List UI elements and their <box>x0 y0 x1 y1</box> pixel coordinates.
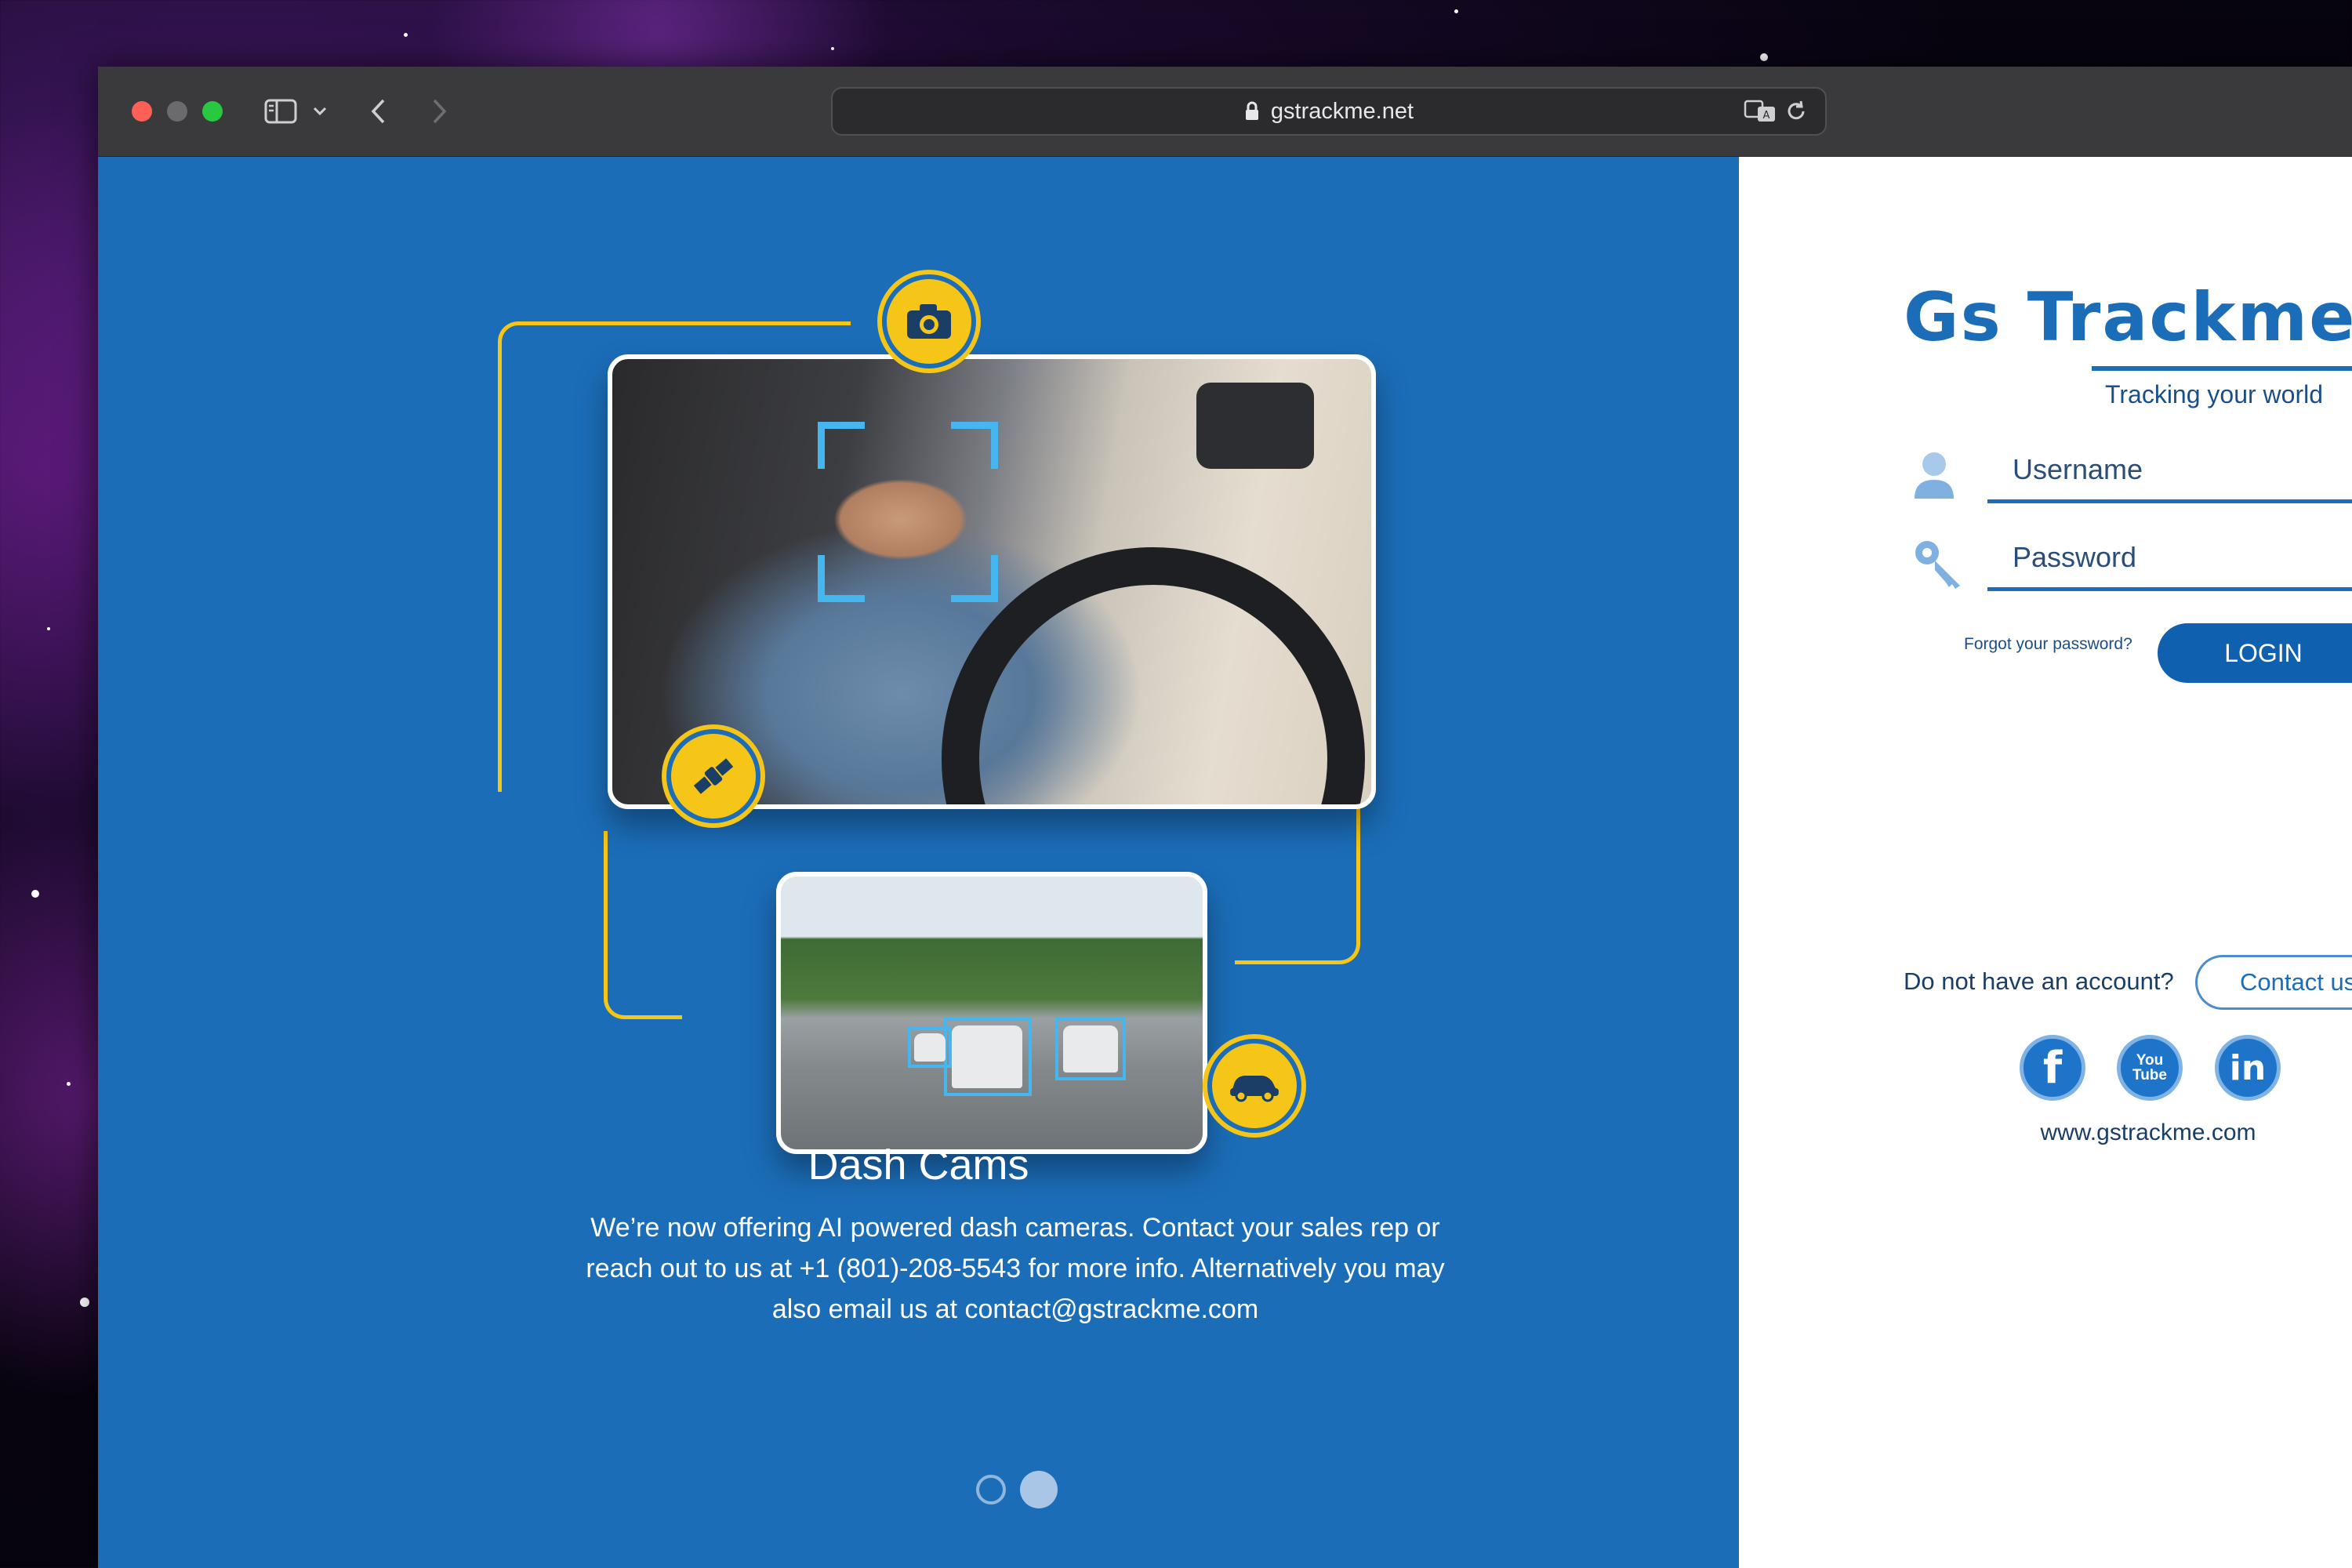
lock-icon <box>1244 101 1260 122</box>
star <box>47 627 50 630</box>
close-window-button[interactable] <box>132 101 152 122</box>
website-link[interactable]: www.gstrackme.com <box>2038 1120 2258 1146</box>
zoom-window-button[interactable] <box>202 101 223 122</box>
road-photo <box>776 872 1207 1154</box>
star <box>31 890 39 898</box>
star <box>67 1082 71 1086</box>
linkedin-icon[interactable]: in <box>2215 1035 2281 1101</box>
username-field[interactable] <box>1987 439 2352 503</box>
slide-dot-2-active[interactable] <box>1020 1471 1058 1508</box>
minimize-window-button[interactable] <box>167 101 187 122</box>
password-field[interactable] <box>1987 527 2352 591</box>
user-icon <box>1911 448 1957 506</box>
sidebar-toggle-icon[interactable] <box>263 93 299 129</box>
key-icon <box>1911 537 1966 596</box>
gs-trackme-logo: Gs Trackme Tracking your world <box>1904 278 2352 408</box>
login-button[interactable]: LOGIN <box>2158 623 2352 683</box>
star <box>80 1298 89 1307</box>
forgot-password-link[interactable]: Forgot your password? <box>1964 635 2132 654</box>
slide-dot-1[interactable] <box>976 1475 1006 1504</box>
youtube-icon[interactable]: You Tube <box>2117 1035 2183 1101</box>
face-detection-box <box>818 422 998 602</box>
address-text: gstrackme.net <box>1270 98 1414 124</box>
vehicle-detection-box <box>1055 1018 1126 1080</box>
translate-icon[interactable]: A <box>1744 89 1777 134</box>
svg-text:A: A <box>1763 110 1770 122</box>
star <box>404 33 408 37</box>
youtube-label-bottom: Tube <box>2132 1067 2167 1083</box>
slide-pager <box>976 1471 1058 1508</box>
back-arrow-icon[interactable] <box>363 93 394 129</box>
address-bar[interactable]: gstrackme.net A <box>831 87 1827 136</box>
promo-title: Dash Cams <box>808 1142 1029 1189</box>
car-icon <box>1207 1039 1301 1133</box>
no-account-text: Do not have an account? <box>1904 967 2174 995</box>
vehicle-detection-box <box>908 1027 952 1068</box>
logo-tagline: Tracking your world <box>2105 380 2324 408</box>
reload-icon[interactable] <box>1784 89 1808 134</box>
connector-line <box>1235 800 1360 964</box>
vehicle-detection-box <box>944 1018 1032 1096</box>
camera-icon <box>882 274 976 368</box>
linkedin-label: in <box>2229 1047 2267 1088</box>
satellite-icon <box>666 729 760 823</box>
youtube-label-top: You <box>2136 1052 2164 1069</box>
facebook-icon[interactable]: f <box>2020 1035 2085 1101</box>
chevron-down-icon[interactable] <box>308 93 332 129</box>
promo-description: We’re now offering AI powered dash camer… <box>586 1213 1445 1324</box>
promo-panel: Dash Cams We’re now offering AI powered … <box>98 157 1739 1568</box>
password-input[interactable] <box>1987 527 2352 587</box>
facebook-label: f <box>2042 1042 2063 1094</box>
star <box>1454 9 1458 13</box>
forward-arrow-icon[interactable] <box>423 93 455 129</box>
logo-text: Gs Trackme <box>1904 278 2352 357</box>
logo-underline <box>2092 366 2352 371</box>
dashcam-illustration <box>490 274 1431 1154</box>
username-input[interactable] <box>1987 439 2352 499</box>
star <box>1760 53 1768 61</box>
dashcam-device-shape <box>1196 383 1314 469</box>
connector-line <box>604 831 682 1019</box>
steering-wheel-shape <box>942 547 1365 804</box>
browser-toolbar: gstrackme.net A <box>98 67 2352 157</box>
contact-us-button[interactable]: Contact us <box>2195 955 2352 1010</box>
star <box>831 47 834 50</box>
